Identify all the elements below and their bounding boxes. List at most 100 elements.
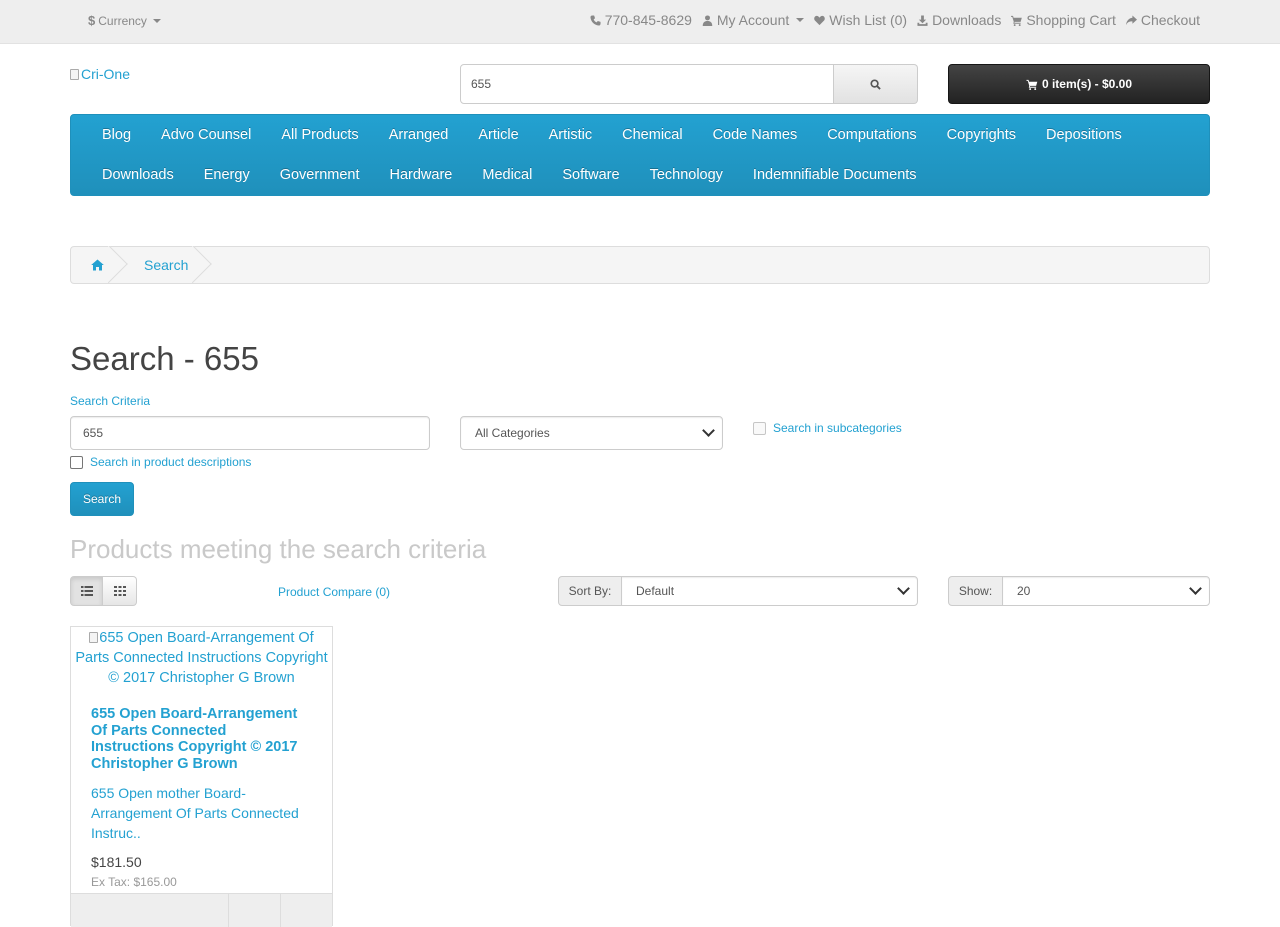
compare-button[interactable] bbox=[280, 894, 332, 927]
menu-item-all-products[interactable]: All Products bbox=[266, 120, 373, 160]
category-select[interactable]: All Categories bbox=[460, 416, 723, 450]
downloads-label: Downloads bbox=[932, 12, 1002, 28]
user-icon bbox=[702, 14, 713, 26]
product-name-link[interactable]: 655 Open Board-Arrangement Of Parts Conn… bbox=[91, 706, 312, 772]
phone-text: 770-845-8629 bbox=[604, 12, 692, 28]
cart-button-label: 0 item(s) - $0.00 bbox=[1041, 77, 1133, 91]
top-links: 770-845-8629 My Account Wish List (0) Do… bbox=[590, 12, 1200, 28]
logo[interactable]: Cri-One bbox=[70, 66, 130, 82]
share-icon bbox=[1125, 14, 1137, 25]
product-image-alt: 655 Open Board-Arrangement Of Parts Conn… bbox=[75, 630, 328, 686]
menu-item-government[interactable]: Government bbox=[265, 160, 375, 200]
product-ex-tax: Ex Tax: $165.00 bbox=[91, 875, 177, 889]
chevron-down-icon bbox=[897, 582, 910, 595]
wish-list-label: Wish List (0) bbox=[829, 12, 908, 28]
shopping-cart-link[interactable]: Shopping Cart bbox=[1011, 12, 1116, 28]
product-description: 655 Open mother Board-Arrangement Of Par… bbox=[91, 785, 299, 841]
phone-link[interactable]: 770-845-8629 bbox=[590, 12, 692, 28]
search-icon bbox=[870, 78, 881, 90]
breadcrumb-search[interactable]: Search bbox=[124, 247, 208, 283]
descriptions-checkbox[interactable] bbox=[70, 456, 83, 469]
downloads-link[interactable]: Downloads bbox=[917, 12, 1001, 28]
top-bar: $ Currency 770-845-8629 My Account Wish … bbox=[0, 0, 1280, 44]
product-price: $181.50 bbox=[91, 854, 142, 870]
product-compare-link[interactable]: Product Compare (0) bbox=[278, 585, 390, 599]
list-view-button[interactable] bbox=[70, 576, 103, 606]
logo-alt-text: Cri-One bbox=[81, 66, 131, 82]
menu-item-copyrights[interactable]: Copyrights bbox=[932, 120, 1031, 160]
results-heading: Products meeting the search criteria bbox=[70, 534, 487, 564]
menu-item-code-names[interactable]: Code Names bbox=[698, 120, 813, 160]
menu-list: Blog Advo Counsel All Products Arranged Arti… bbox=[87, 120, 1193, 200]
shopping-cart-label: Shopping Cart bbox=[1026, 12, 1116, 28]
checkout-link[interactable]: Checkout bbox=[1125, 12, 1200, 28]
search-criteria-input[interactable] bbox=[70, 416, 430, 450]
show-select-value: 20 bbox=[1017, 584, 1031, 598]
product-button-group bbox=[71, 893, 332, 927]
menu-item-energy[interactable]: Energy bbox=[189, 160, 265, 200]
heart-icon bbox=[814, 15, 826, 25]
chevron-down-icon bbox=[702, 424, 715, 437]
breadcrumb: Search bbox=[70, 246, 1210, 284]
menu-item-technology[interactable]: Technology bbox=[635, 160, 738, 200]
add-to-wishlist-button[interactable] bbox=[228, 894, 280, 927]
menu-item-computations[interactable]: Computations bbox=[812, 120, 931, 160]
page-title: Search - 655 bbox=[70, 340, 259, 377]
list-icon bbox=[80, 586, 93, 596]
menu-item-indemnifiable-documents[interactable]: Indemnifiable Documents bbox=[738, 160, 932, 200]
show-select[interactable]: 20 bbox=[1002, 576, 1210, 606]
breadcrumb-home[interactable] bbox=[71, 247, 124, 283]
product-image[interactable]: 655 Open Board-Arrangement Of Parts Conn… bbox=[71, 627, 332, 688]
add-to-cart-button[interactable] bbox=[71, 894, 228, 927]
currency-symbol: $ bbox=[88, 13, 96, 28]
breadcrumb-search-label: Search bbox=[144, 257, 189, 273]
menu-item-downloads[interactable]: Downloads bbox=[87, 160, 189, 200]
header-search-button[interactable] bbox=[834, 64, 918, 104]
currency-label: Currency bbox=[98, 13, 147, 28]
my-account-label: My Account bbox=[716, 12, 790, 28]
wish-list-link[interactable]: Wish List (0) bbox=[814, 12, 907, 28]
menu-item-chemical[interactable]: Chemical bbox=[607, 120, 697, 160]
phone-icon bbox=[590, 14, 601, 26]
descriptions-label: Search in product descriptions bbox=[90, 455, 252, 469]
shopping-cart-icon bbox=[1026, 79, 1038, 90]
subcategories-label: Search in subcategories bbox=[773, 421, 902, 435]
search-criteria-label: Search Criteria bbox=[70, 394, 151, 408]
caret-down-icon bbox=[152, 18, 161, 23]
sort-select[interactable]: Default bbox=[621, 576, 918, 606]
show-label: Show: bbox=[948, 576, 1003, 606]
download-icon bbox=[917, 14, 928, 26]
menu-item-hardware[interactable]: Hardware bbox=[375, 160, 468, 200]
search-button[interactable]: Search bbox=[70, 482, 134, 516]
menu-item-medical[interactable]: Medical bbox=[467, 160, 547, 200]
currency-dropdown[interactable]: $ Currency bbox=[88, 13, 161, 28]
header-search-input[interactable] bbox=[460, 64, 834, 104]
broken-image-icon bbox=[70, 68, 79, 80]
menu-item-blog[interactable]: Blog bbox=[87, 120, 146, 160]
checkout-label: Checkout bbox=[1140, 12, 1200, 28]
shopping-cart-icon bbox=[1011, 15, 1023, 26]
category-select-value: All Categories bbox=[475, 426, 550, 440]
sort-select-value: Default bbox=[636, 584, 675, 598]
breadcrumb-separator bbox=[192, 246, 216, 283]
broken-image-icon bbox=[89, 632, 99, 643]
subcategories-checkbox[interactable] bbox=[753, 422, 766, 435]
menu-item-article[interactable]: Article bbox=[463, 120, 533, 160]
header-search bbox=[460, 64, 918, 104]
home-icon bbox=[91, 259, 104, 271]
menu-item-artistic[interactable]: Artistic bbox=[534, 120, 608, 160]
main-menu: Blog Advo Counsel All Products Arranged Arti… bbox=[70, 114, 1210, 196]
menu-item-advo-counsel[interactable]: Advo Counsel bbox=[146, 120, 266, 160]
menu-item-arranged[interactable]: Arranged bbox=[374, 120, 464, 160]
my-account-dropdown[interactable]: My Account bbox=[702, 12, 805, 28]
view-toggle bbox=[70, 576, 137, 606]
caret-down-icon bbox=[796, 18, 805, 22]
product-card: 655 Open Board-Arrangement Of Parts Conn… bbox=[70, 626, 333, 927]
sort-by-label: Sort By: bbox=[558, 576, 622, 606]
cart-button[interactable]: 0 item(s) - $0.00 bbox=[948, 64, 1210, 104]
menu-item-software[interactable]: Software bbox=[547, 160, 634, 200]
menu-item-depositions[interactable]: Depositions bbox=[1031, 120, 1137, 160]
grid-view-button[interactable] bbox=[103, 576, 137, 606]
chevron-down-icon bbox=[1189, 582, 1202, 595]
grid-icon bbox=[113, 586, 126, 596]
